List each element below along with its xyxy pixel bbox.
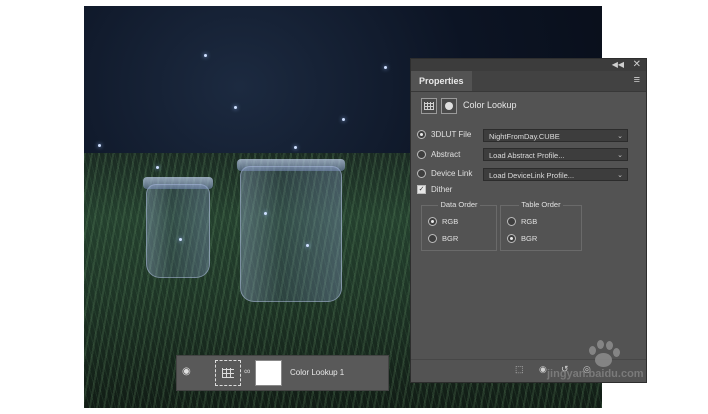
baidu-watermark: jingyan.baidu.com bbox=[545, 340, 665, 400]
firefly bbox=[234, 106, 237, 109]
chevron-down-icon: ⌄ bbox=[617, 172, 623, 179]
firefly bbox=[179, 238, 182, 241]
firefly bbox=[156, 166, 159, 169]
menu-icon[interactable]: ≡ bbox=[634, 74, 640, 86]
firefly bbox=[306, 244, 309, 247]
data-order-rgb[interactable]: RGB bbox=[428, 216, 458, 226]
tab-properties[interactable]: Properties bbox=[411, 71, 472, 91]
option-3dlut[interactable]: 3DLUT File bbox=[417, 130, 472, 140]
radio-icon[interactable] bbox=[428, 216, 437, 226]
radio-icon[interactable] bbox=[417, 150, 426, 160]
data-order-bgr-label: BGR bbox=[442, 233, 459, 243]
option-abstract[interactable]: Abstract bbox=[417, 150, 461, 160]
data-order-title: Data Order bbox=[438, 200, 480, 209]
select-value: Load Abstract Profile... bbox=[489, 151, 565, 160]
firefly bbox=[294, 146, 297, 149]
layer-name[interactable]: Color Lookup 1 bbox=[290, 368, 344, 377]
adjustment-grid-icon[interactable] bbox=[421, 98, 437, 114]
collapse-arrows-icon[interactable]: ◀◀ bbox=[612, 60, 624, 69]
jar-small bbox=[143, 177, 213, 278]
table-order-group: Table Order RGB BGR bbox=[500, 200, 582, 251]
mask-icon[interactable] bbox=[441, 98, 457, 114]
radio-icon[interactable] bbox=[417, 169, 426, 179]
jar-large bbox=[237, 159, 345, 302]
data-order-group: Data Order RGB BGR bbox=[421, 200, 497, 251]
mask-thumbnail[interactable] bbox=[255, 360, 282, 386]
select-value: NightFromDay.CUBE bbox=[489, 132, 560, 141]
firefly bbox=[98, 144, 101, 147]
devicelink-profile-select[interactable]: Load DeviceLink Profile... ⌄ bbox=[483, 168, 628, 181]
close-icon[interactable]: ✕ bbox=[633, 59, 641, 70]
3dlut-file-select[interactable]: NightFromDay.CUBE ⌄ bbox=[483, 129, 628, 142]
watermark-text: jingyan.baidu.com bbox=[547, 368, 644, 380]
table-order-title: Table Order bbox=[519, 200, 563, 209]
abstract-profile-select[interactable]: Load Abstract Profile... ⌄ bbox=[483, 148, 628, 161]
adjustment-thumbnail[interactable] bbox=[215, 360, 241, 386]
radio-icon[interactable] bbox=[417, 130, 426, 140]
link-icon[interactable]: ∞ bbox=[244, 366, 250, 376]
chevron-down-icon: ⌄ bbox=[617, 133, 623, 140]
table-order-bgr-label: BGR bbox=[521, 233, 538, 243]
firefly bbox=[204, 54, 207, 57]
adjustment-header: Color Lookup bbox=[411, 96, 646, 120]
chevron-down-icon: ⌄ bbox=[617, 152, 623, 159]
clip-to-layer-icon[interactable]: ⬚ bbox=[515, 364, 524, 375]
radio-icon[interactable] bbox=[507, 233, 516, 243]
panel-titlebar: ◀◀ ✕ bbox=[411, 59, 646, 71]
layer-row[interactable]: ◉ ∞ Color Lookup 1 bbox=[176, 355, 389, 391]
data-order-rgb-label: RGB bbox=[442, 216, 459, 226]
select-value: Load DeviceLink Profile... bbox=[489, 171, 575, 180]
option-label: Abstract bbox=[431, 150, 461, 160]
firefly bbox=[384, 66, 387, 69]
dither-label: Dither bbox=[431, 185, 453, 195]
option-device-link[interactable]: Device Link bbox=[417, 169, 473, 179]
data-order-bgr[interactable]: BGR bbox=[428, 233, 458, 243]
radio-icon[interactable] bbox=[428, 233, 437, 243]
adjustment-title: Color Lookup bbox=[463, 100, 517, 110]
firefly bbox=[264, 212, 267, 215]
dither-option[interactable]: ✓ Dither bbox=[417, 185, 453, 195]
option-label: 3DLUT File bbox=[431, 130, 472, 140]
table-order-bgr[interactable]: BGR bbox=[507, 233, 537, 243]
panel-tabbar: Properties ≡ bbox=[411, 71, 646, 92]
properties-panel: ◀◀ ✕ Properties ≡ Color Lookup 3DLUT Fil… bbox=[410, 58, 647, 383]
checkbox-icon[interactable]: ✓ bbox=[417, 185, 426, 195]
paw-logo-icon bbox=[585, 340, 621, 370]
firefly bbox=[342, 118, 345, 121]
option-label: Device Link bbox=[431, 169, 473, 179]
eye-icon[interactable]: ◉ bbox=[182, 366, 191, 377]
table-order-rgb-label: RGB bbox=[521, 216, 538, 226]
table-order-rgb[interactable]: RGB bbox=[507, 216, 537, 226]
radio-icon[interactable] bbox=[507, 216, 516, 226]
